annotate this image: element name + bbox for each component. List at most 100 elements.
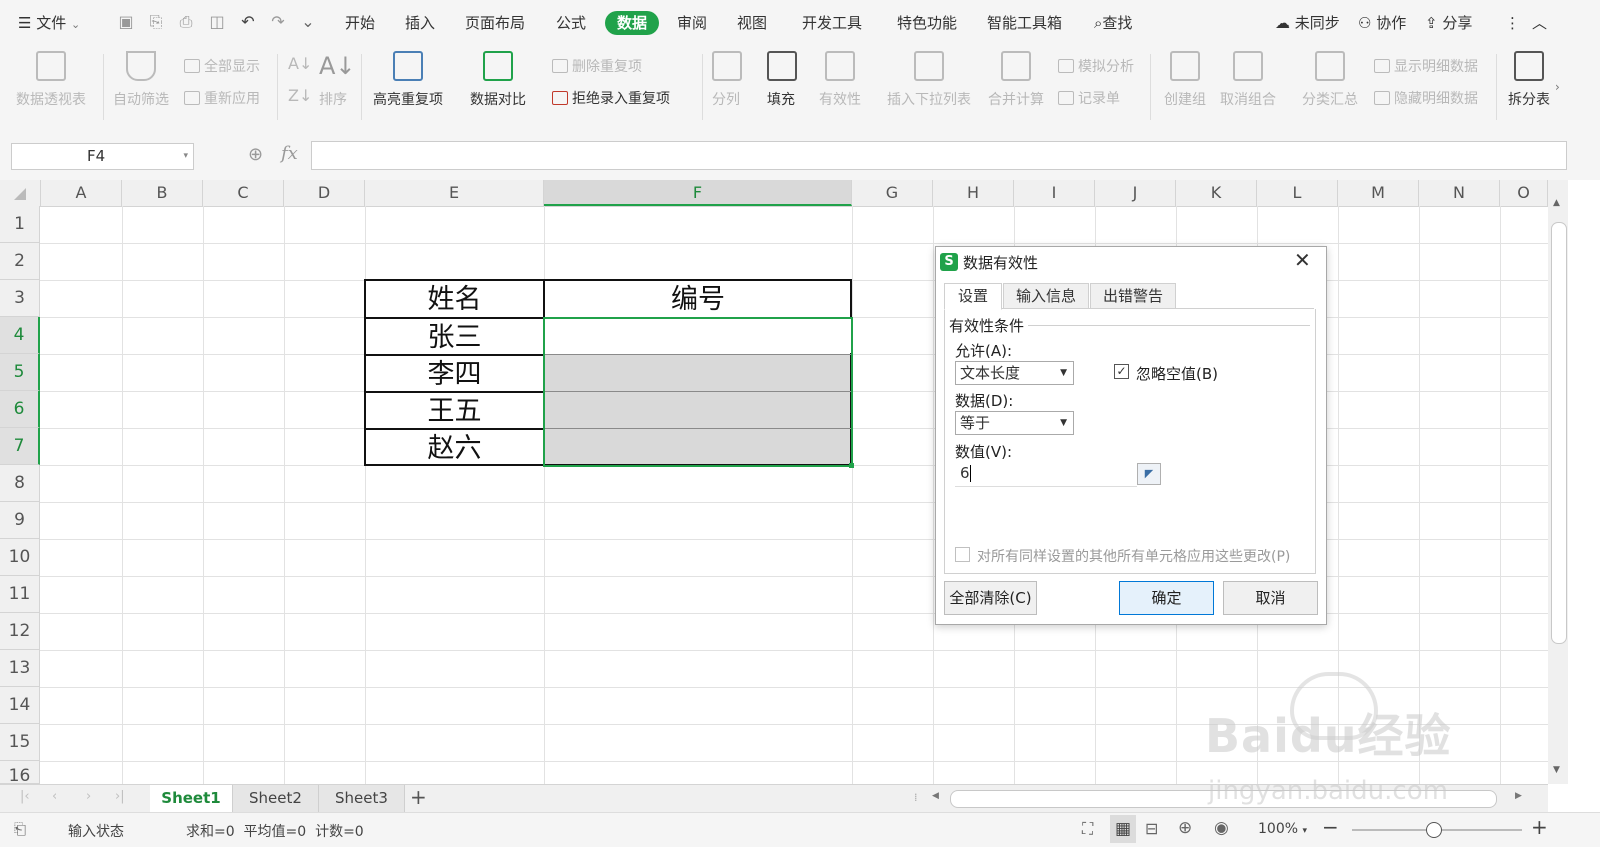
row-header[interactable]: 8	[0, 465, 40, 502]
row-header[interactable]: 10	[0, 539, 40, 576]
column-header[interactable]: B	[122, 180, 203, 206]
column-header-selected[interactable]: F	[544, 180, 852, 206]
formula-input[interactable]	[311, 141, 1567, 170]
allow-select[interactable]: 文本长度 ▼	[955, 361, 1074, 385]
insert-dropdown-button[interactable]: 插入下拉列表	[887, 51, 971, 109]
last-sheet-icon[interactable]: ›|	[115, 789, 125, 804]
row-header-selected[interactable]: 7	[0, 428, 40, 465]
autofilter-button[interactable]: 自动筛选	[113, 51, 169, 109]
chevron-down-icon[interactable]: ▾	[183, 144, 188, 169]
next-sheet-icon[interactable]: ›	[86, 789, 91, 804]
zoom-level[interactable]: 100% ▾	[1258, 821, 1307, 837]
pivot-table-button[interactable]: 数据透视表	[16, 51, 86, 109]
zoom-in-icon[interactable]: +	[1531, 815, 1548, 839]
menu-insert[interactable]: 插入	[405, 11, 435, 35]
redo-icon[interactable]: ↷	[268, 12, 288, 32]
sort-asc-icon[interactable]: A↓	[288, 54, 312, 73]
tab-error-alert[interactable]: 出错警告	[1090, 283, 1176, 309]
first-sheet-icon[interactable]: |‹	[20, 789, 30, 804]
row-header[interactable]: 3	[0, 280, 40, 317]
row-header[interactable]: 13	[0, 650, 40, 687]
scroll-thumb[interactable]	[1551, 222, 1567, 644]
column-header[interactable]: C	[203, 180, 284, 206]
show-all-button[interactable]: 全部显示	[184, 56, 260, 76]
scroll-up-icon[interactable]: ▲	[1553, 198, 1560, 208]
column-header[interactable]: O	[1500, 180, 1548, 206]
fx-icon[interactable]: fx	[281, 143, 298, 164]
row-header[interactable]: 9	[0, 502, 40, 539]
tab-input-message[interactable]: 输入信息	[1003, 283, 1089, 309]
row-header[interactable]: 15	[0, 724, 40, 761]
scroll-left-icon[interactable]: ◀	[932, 791, 939, 801]
chevron-right-icon[interactable]: ›	[1555, 80, 1560, 94]
simulate-analysis-button[interactable]: 模拟分析	[1058, 56, 1134, 76]
header-cell-name[interactable]: 姓名	[366, 283, 543, 317]
normal-view-icon[interactable]: ▦	[1110, 815, 1136, 843]
sheet-tab[interactable]: Sheet3	[319, 785, 405, 812]
validity-button[interactable]: 有效性	[819, 51, 861, 109]
ok-button[interactable]: 确定	[1119, 581, 1214, 615]
row-header[interactable]: 1	[0, 206, 40, 243]
remove-duplicates-button[interactable]: 删除重复项	[552, 56, 642, 76]
ignore-blank-checkbox[interactable]: ✓	[1114, 364, 1129, 379]
apply-all-checkbox[interactable]	[955, 547, 970, 562]
more-icon[interactable]: ⋮	[1505, 11, 1520, 35]
name-cell[interactable]: 李四	[366, 356, 543, 391]
file-menu[interactable]: ☰ 文件 ⌄	[18, 11, 80, 35]
fill-button[interactable]: 填充	[767, 51, 797, 109]
row-header-selected[interactable]: 6	[0, 391, 40, 428]
export-icon[interactable]: ⎘	[146, 12, 166, 32]
consolidate-button[interactable]: 合并计算	[988, 51, 1044, 109]
row-header[interactable]: 2	[0, 243, 40, 280]
ungroup-button[interactable]: 取消组合	[1220, 51, 1276, 109]
column-header[interactable]: J	[1095, 180, 1176, 206]
zoom-formula-icon[interactable]: ⊕	[248, 144, 263, 165]
name-cell[interactable]: 赵六	[366, 430, 543, 465]
customize-dropdown-icon[interactable]: ⌄	[298, 12, 318, 32]
column-header[interactable]: K	[1176, 180, 1257, 206]
sheet-tab-active[interactable]: Sheet1	[150, 785, 233, 812]
reading-layout-icon[interactable]: ⊕	[1178, 818, 1192, 838]
row-header-selected[interactable]: 5	[0, 354, 40, 391]
zoom-slider-thumb[interactable]	[1426, 822, 1442, 838]
name-box[interactable]: F4 ▾	[11, 143, 194, 170]
macro-record-icon[interactable]: ⎗	[14, 820, 26, 838]
collapse-ribbon-icon[interactable]: ︿	[1532, 11, 1547, 35]
split-handle[interactable]: ⁞	[914, 791, 918, 804]
print-preview-icon[interactable]: ◫	[207, 12, 227, 32]
name-cell[interactable]: 王五	[366, 393, 543, 428]
row-header[interactable]: 14	[0, 687, 40, 724]
select-all-corner[interactable]	[0, 180, 41, 206]
row-header-selected[interactable]: 4	[0, 317, 40, 354]
fill-handle[interactable]	[849, 463, 854, 468]
menu-start[interactable]: 开始	[345, 11, 375, 35]
sheet-tab[interactable]: Sheet2	[233, 785, 319, 812]
undo-icon[interactable]: ↶	[238, 12, 258, 32]
menu-review[interactable]: 审阅	[677, 11, 707, 35]
column-header[interactable]: M	[1338, 180, 1419, 206]
highlight-duplicates-button[interactable]: 高亮重复项	[373, 51, 443, 109]
range-select-icon[interactable]: ◤	[1137, 463, 1161, 485]
vertical-scrollbar[interactable]: ▲ ▼	[1548, 180, 1568, 784]
collab-button[interactable]: ⚇ 协作	[1358, 11, 1406, 35]
menu-developer[interactable]: 开发工具	[802, 11, 862, 35]
save-icon[interactable]: ▣	[116, 12, 136, 32]
reapply-button[interactable]: 重新应用	[184, 88, 260, 108]
share-button[interactable]: ⇪ 分享	[1425, 11, 1472, 35]
menu-formula[interactable]: 公式	[556, 11, 586, 35]
column-header[interactable]: D	[284, 180, 365, 206]
menu-page-layout[interactable]: 页面布局	[465, 11, 525, 35]
value-input[interactable]: 6	[955, 462, 1137, 487]
eye-protection-icon[interactable]: ◉	[1214, 818, 1229, 838]
column-header[interactable]: L	[1257, 180, 1338, 206]
column-header[interactable]: G	[852, 180, 933, 206]
row-header[interactable]: 16	[0, 761, 40, 784]
page-break-view-icon[interactable]: ⊟	[1145, 819, 1158, 838]
reject-duplicates-button[interactable]: 拒绝录入重复项	[552, 88, 670, 108]
menu-data[interactable]: 数据	[605, 11, 660, 35]
data-compare-button[interactable]: 数据对比	[470, 51, 526, 109]
clear-all-button[interactable]: 全部清除(C)	[944, 581, 1037, 615]
row-header[interactable]: 12	[0, 613, 40, 650]
sort-desc-icon[interactable]: Z↓	[288, 86, 312, 105]
column-header[interactable]: N	[1419, 180, 1500, 206]
